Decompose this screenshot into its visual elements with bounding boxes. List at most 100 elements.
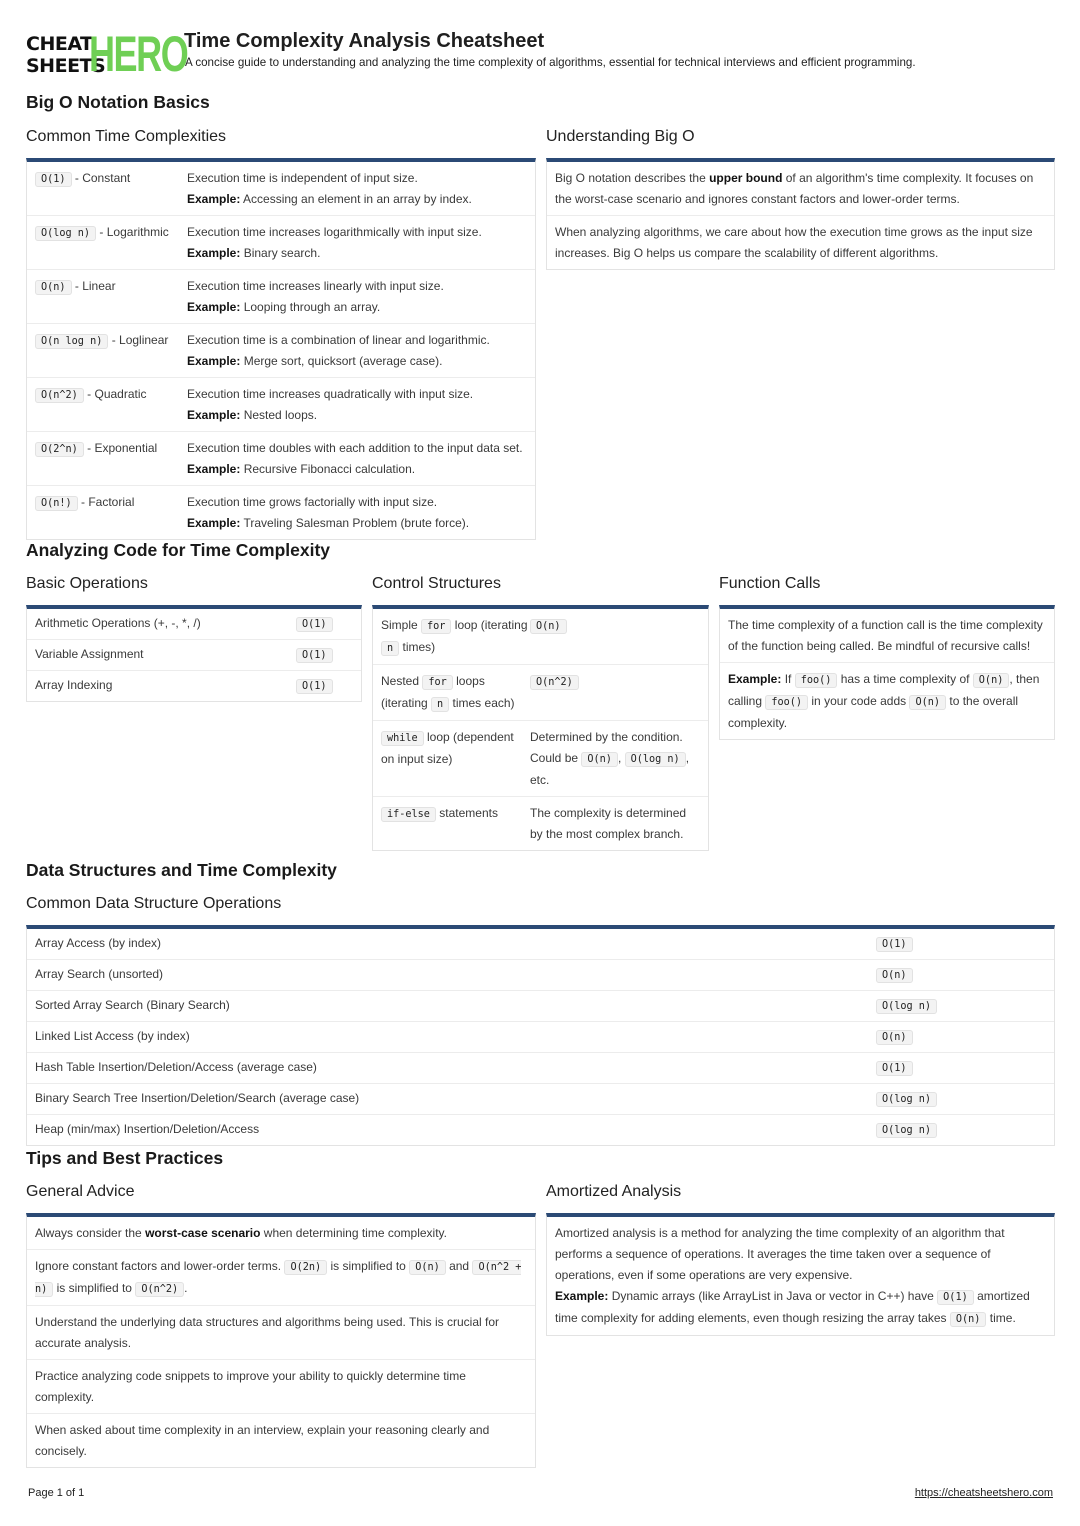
example-label: Example: [187,462,241,476]
text: If [784,672,792,686]
card-title-ds-operations: Common Data Structure Operations [26,895,282,912]
code-snippet: while [381,731,424,746]
complexity-label: O(n^2) - Quadratic [35,384,187,426]
control-row-if-else: if-else statements The complexity is det… [373,797,708,850]
example-label: Example: [187,408,241,422]
complexity-badge: O(n) [876,968,913,983]
complexity-label: O(1) - Constant [35,168,187,210]
card-title-understanding-big-o: Understanding Big O [546,128,695,145]
complexity-row: O(log n) - Logarithmic Execution time inc… [27,216,535,270]
operation-value: O(log n) [876,1119,1046,1141]
example-label: Example: [187,516,241,530]
complexity-badge: O(2n) [284,1260,328,1275]
complexity-badge: O(log n) [624,752,686,767]
example-text: Accessing an element in an array by inde… [243,192,472,206]
operation-value: O(n) [876,1026,1046,1048]
text: When analyzing algorithms, we care about… [555,225,1033,260]
function-calls-paragraph-1: The time complexity of a function call i… [720,609,1054,663]
example-line: Example: Looping through an array. [187,297,527,318]
amortized-analysis-card: Amortized analysis is a method for analy… [546,1213,1055,1336]
complexity-badge: O(n) [909,695,947,710]
complexity-description: Execution time doubles with each additio… [187,438,527,480]
code-snippet: if-else [381,807,436,822]
operation-value: O(log n) [876,995,1046,1017]
operation-label: Heap (min/max) Insertion/Deletion/Access [35,1122,260,1136]
common-complexities-card: O(1) - Constant Execution time is indepen… [26,158,536,540]
example-text: Nested loops. [243,408,318,422]
description-text: Execution time is independent of input s… [187,171,418,185]
complexity-row: O(1) - Constant Execution time is indepen… [27,162,535,216]
tip-item: Ignore constant factors and lower-order … [27,1250,535,1306]
upper-bound-bold: upper bound [709,171,783,185]
card-title-common-complexities: Common Time Complexities [26,128,227,145]
ds-operation-row: Array Access (by index) O(1) [27,929,1054,960]
complexity-badge: O(log n) [876,999,938,1014]
code-snippet: for [421,619,452,634]
function-calls-card: The time complexity of a function call i… [719,605,1055,740]
complexity-badge: O(n^2) [530,675,579,690]
text: Nested [381,674,420,688]
worst-case-bold: worst-case scenario [145,1226,261,1240]
operation-label: Sorted Array Search (Binary Search) [35,998,230,1012]
text: Understand the underlying data structure… [35,1315,500,1350]
text: The time complexity of a function call i… [728,618,1043,653]
description-text: Execution time increases quadratically w… [187,387,474,401]
text: is simplified to [56,1281,132,1295]
text: statements [439,806,498,820]
text: times each) [452,696,515,710]
complexity-badge: O(1) [296,679,333,694]
control-structures-card: Simple for loop (iterating n times) O(n)… [372,605,709,851]
page-number: Page 1 of 1 [28,1487,85,1499]
complexity-badge: O(2^n) [35,442,84,457]
complexity-badge: O(n) [972,673,1010,688]
text: has a time complexity of [840,672,970,686]
code-snippet: n [381,641,400,656]
section-title-analyzing: Analyzing Code for Time Complexity [26,540,331,560]
control-value: O(n^2) [530,671,700,715]
ds-operations-card: Array Access (by index) O(1) Array Search … [26,925,1055,1146]
complexity-description: Execution time increases quadratically w… [187,384,527,426]
understanding-big-o-card: Big O notation describes the upper bound… [546,158,1055,270]
text: Big O notation describes the [555,171,710,185]
complexity-description: Execution time grows factorially with in… [187,492,527,534]
operation-label: Variable Assignment [35,647,144,661]
example-text: Looping through an array. [243,300,381,314]
ds-operation-row: Linked List Access (by index) O(n) [27,1022,1054,1053]
complexity-name: - Quadratic [87,387,147,401]
ds-operation-row: Heap (min/max) Insertion/Deletion/Access… [27,1115,1054,1145]
tip-item: Understand the underlying data structure… [27,1306,535,1360]
complexity-label: O(2^n) - Exponential [35,438,187,480]
site-link[interactable]: https://cheatsheetshero.com [915,1487,1053,1499]
section-title-data-structures: Data Structures and Time Complexity [26,860,337,880]
complexity-name: - Factorial [81,495,135,509]
card-title-function-calls: Function Calls [719,575,821,592]
control-value: The complexity is determined by the most… [530,806,687,841]
complexity-row: O(n^2) - Quadratic Execution time increas… [27,378,535,432]
control-value: O(n) [530,615,700,659]
basic-operation-row: Array Indexing O(1) [27,671,361,701]
card-title-amortized-analysis: Amortized Analysis [546,1183,682,1200]
understanding-paragraph-1: Big O notation describes the upper bound… [547,162,1054,216]
operation-value: O(n) [876,964,1046,986]
text: when determining time complexity. [260,1226,447,1240]
text: , [617,751,622,765]
section-title-tips: Tips and Best Practices [26,1148,224,1168]
basic-operation-row: Variable Assignment O(1) [27,640,361,671]
text: Dynamic arrays (like ArrayList in Java o… [611,1289,934,1303]
cheatsheets-hero-logo[interactable]: CHEAT SHEETS HERO [26,29,189,79]
card-title-general-advice: General Advice [26,1183,135,1200]
operation-value: O(log n) [876,1088,1046,1110]
complexity-label: O(n log n) - Loglinear [35,330,187,372]
tip-item: Always consider the worst-case scenario … [27,1217,535,1250]
example-label: Example: [555,1289,609,1303]
general-advice-card: Always consider the worst-case scenario … [26,1213,536,1468]
text: Amortized analysis is a method for analy… [555,1226,1005,1282]
function-calls-example: Example: If foo() has a time complexity … [720,663,1054,739]
example-text: Traveling Salesman Problem (brute force)… [243,516,470,530]
logo-text-cheat: CHEAT [26,33,93,55]
complexity-name: - Constant [74,171,131,185]
operation-label: Array Access (by index) [35,936,162,950]
complexity-badge: O(n log n) [35,334,109,349]
complexity-name: - Linear [74,279,116,293]
text: Simple [381,618,418,632]
